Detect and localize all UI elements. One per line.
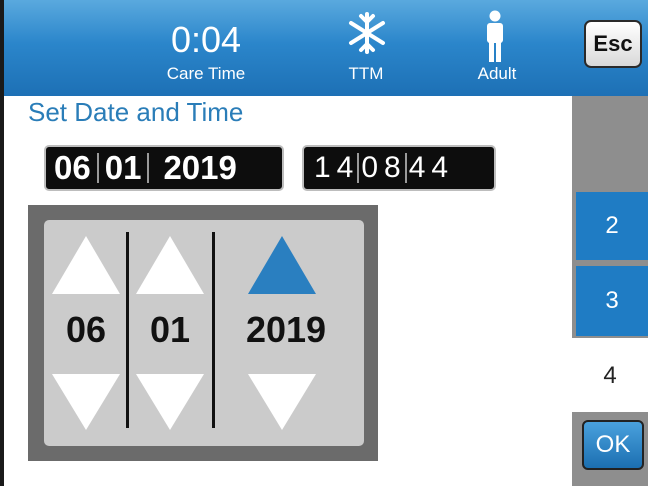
date-display[interactable]: 06 01 2019: [44, 145, 284, 191]
month-down-arrow-icon[interactable]: [52, 374, 120, 430]
ok-button[interactable]: OK: [582, 420, 644, 470]
date-month: 06: [54, 149, 91, 186]
care-time-value: 0:04: [170, 19, 242, 60]
date-separator: [147, 153, 150, 183]
date-year: 2019: [163, 149, 237, 186]
year-down-arrow-icon[interactable]: [248, 374, 316, 430]
picker-divider: [212, 232, 215, 428]
year-up-arrow-icon[interactable]: [248, 236, 316, 294]
day-down-arrow-icon[interactable]: [136, 374, 204, 430]
time-hour: 14: [314, 151, 360, 184]
snowflake-icon: [349, 12, 385, 54]
month-up-arrow-icon[interactable]: [52, 236, 120, 294]
side-tab-3[interactable]: 3: [576, 266, 648, 336]
care-time-label: Care Time: [166, 64, 246, 83]
time-separator: [404, 153, 407, 183]
time-minute: 08: [361, 151, 407, 184]
date-picker: 06 01 2019: [44, 220, 364, 446]
date-day: 01: [104, 149, 142, 186]
person-icon: [487, 10, 503, 62]
time-separator: [357, 153, 360, 183]
page-title: Set Date and Time: [28, 97, 244, 127]
sidebar-background: [572, 96, 648, 188]
side-tab-4[interactable]: 4: [572, 340, 648, 412]
patient-type-label: Adult: [477, 64, 517, 83]
picker-year-value: 2019: [245, 309, 327, 350]
side-tab-2[interactable]: 2: [576, 192, 648, 260]
picker-day-value: 01: [149, 309, 191, 350]
time-display[interactable]: 14 08 44: [302, 145, 496, 191]
picker-divider: [126, 232, 129, 428]
day-up-arrow-icon[interactable]: [136, 236, 204, 294]
esc-button[interactable]: Esc: [584, 20, 642, 68]
status-header: 0:04 Care Time TTM Adult Esc: [4, 0, 648, 96]
picker-month-value: 06: [65, 309, 107, 350]
time-second: 44: [408, 151, 455, 184]
date-separator: [96, 153, 99, 183]
mode-label: TTM: [348, 64, 384, 83]
